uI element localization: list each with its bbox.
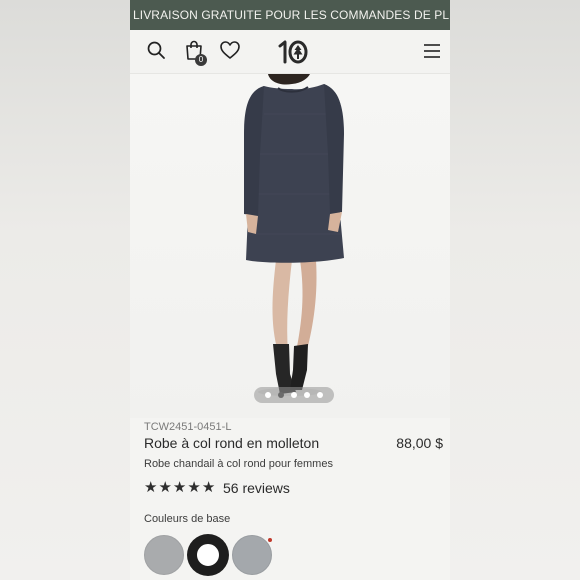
site-header: 0 <box>130 30 450 74</box>
mobile-page: LIVRAISON GRATUITE POUR LES COMMANDES DE… <box>130 0 450 580</box>
backdrop-right <box>450 0 580 580</box>
brand-logo[interactable] <box>276 39 310 70</box>
product-image[interactable] <box>130 74 450 418</box>
carousel-dot[interactable] <box>291 392 297 398</box>
product-subtitle: Robe chandail à col rond pour femmes <box>144 458 333 470</box>
star-icon: ★ <box>187 479 201 496</box>
carousel-dot[interactable] <box>304 392 310 398</box>
star-rating[interactable]: ★ ★ ★ ★ ★ <box>144 480 215 496</box>
star-icon: ★ <box>158 479 172 496</box>
heart-icon[interactable] <box>219 40 241 65</box>
product-sku: TCW2451-0451-L <box>144 421 232 433</box>
product-info: TCW2451-0451-L Robe à col rond en mollet… <box>130 418 450 580</box>
cart-count-badge: 0 <box>195 54 207 66</box>
carousel-dot-active[interactable] <box>278 392 284 398</box>
swatch-indicator-dot <box>268 538 272 542</box>
colors-label: Couleurs de base <box>144 513 231 525</box>
star-icon: ★ <box>144 479 158 496</box>
carousel-dot[interactable] <box>265 392 271 398</box>
model-photo <box>244 74 344 396</box>
star-icon: ★ <box>172 479 187 496</box>
product-price: 88,00 $ <box>396 435 443 451</box>
product-title: Robe à col rond en molleton <box>144 435 320 451</box>
backdrop-left <box>0 0 130 580</box>
color-swatch-black-selected[interactable] <box>188 535 228 575</box>
carousel-dot[interactable] <box>317 392 323 398</box>
star-icon: ★ <box>201 479 216 496</box>
reviews-link[interactable]: 56 reviews <box>223 480 290 496</box>
carousel-indicators[interactable] <box>254 387 334 403</box>
promo-banner[interactable]: LIVRAISON GRATUITE POUR LES COMMANDES DE… <box>130 0 450 30</box>
promo-banner-text: LIVRAISON GRATUITE POUR LES COMMANDES DE… <box>133 8 450 22</box>
search-icon[interactable] <box>146 40 166 65</box>
hamburger-menu-icon[interactable] <box>423 43 441 64</box>
color-swatch-light-grey[interactable] <box>144 535 184 575</box>
color-swatch-grey[interactable] <box>232 535 272 575</box>
